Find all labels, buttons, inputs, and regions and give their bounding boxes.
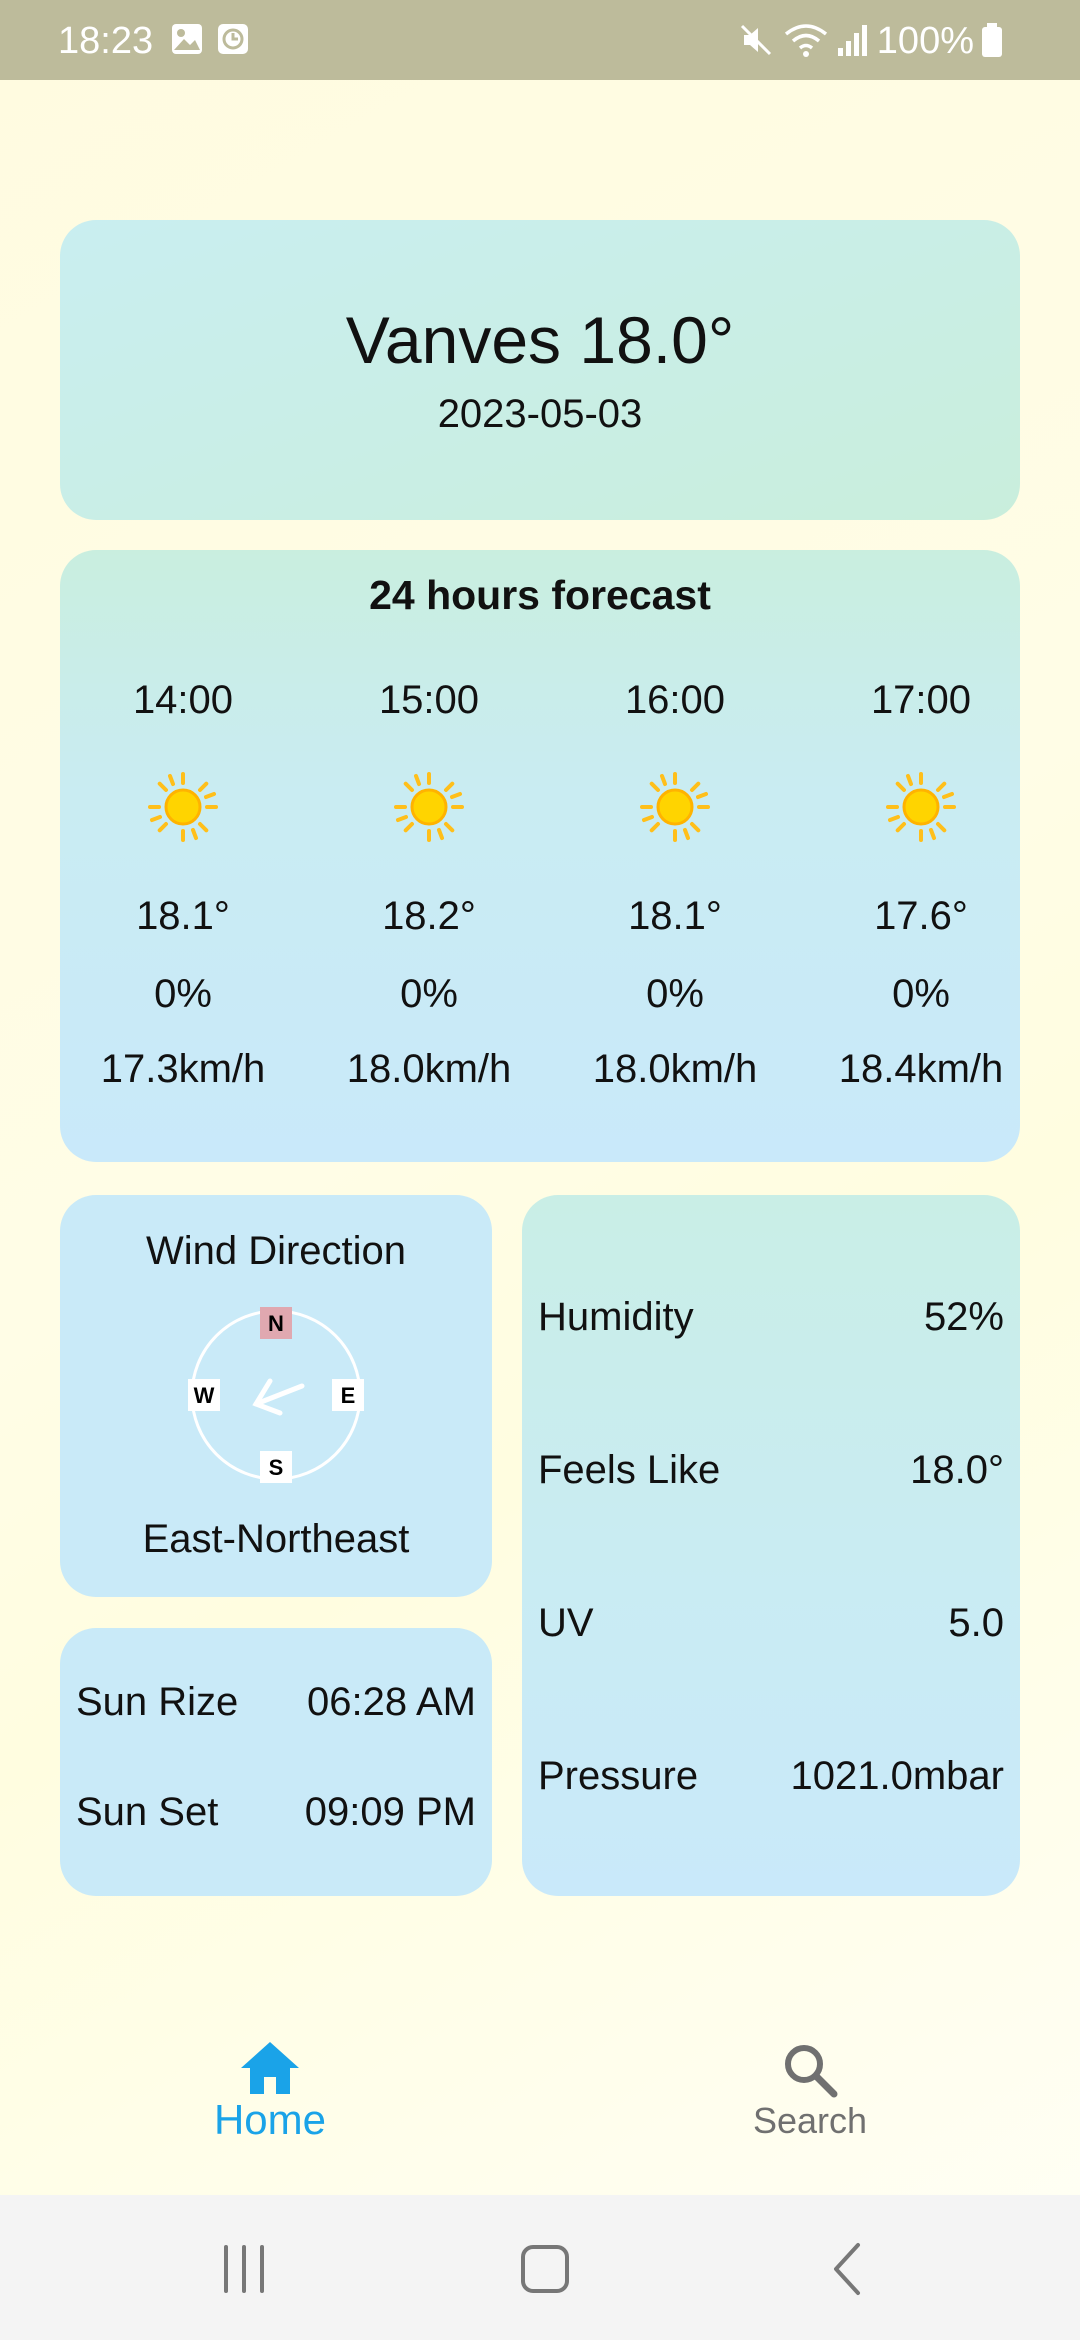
nav-search[interactable]: Search — [660, 2040, 960, 2142]
current-weather-card: Vanves 18.0° 2023-05-03 — [60, 220, 1020, 520]
forecast-temperature: 18.2° — [382, 894, 476, 938]
forecast-time: 15:00 — [378, 678, 480, 722]
forecast-wind-speed: 18.0km/h — [346, 1047, 512, 1091]
back-icon[interactable] — [818, 2239, 878, 2299]
nav-search-label: Search — [752, 2100, 868, 2141]
forecast-time: 17:00 — [870, 678, 972, 722]
compass-north: N — [268, 1311, 284, 1336]
humidity-value: 52% — [923, 1295, 1004, 1339]
sunset-value: 09:09 PM — [304, 1790, 476, 1834]
search-icon — [785, 2045, 838, 2098]
compass-east: E — [341, 1383, 356, 1408]
uv-value: 5.0 — [948, 1601, 1004, 1645]
forecast-rain-chance: 0% — [154, 972, 212, 1016]
forecast-card: 24 hours forecast 14:00 18.1° 0% 17.3km/… — [60, 550, 1020, 1162]
sun-icon — [148, 772, 218, 842]
compass-icon: N E S W — [188, 1307, 364, 1483]
home-button-icon[interactable] — [515, 2239, 575, 2299]
pressure-label: Pressure — [538, 1754, 699, 1798]
battery-percent: 100% — [876, 20, 974, 62]
forecast-wind-speed: 18.4km/h — [838, 1047, 1004, 1091]
wind-arrow-icon — [252, 1378, 305, 1416]
humidity-label: Humidity — [538, 1295, 694, 1339]
pressure-value: 1021.0mbar — [790, 1754, 1004, 1798]
forecast-title: 24 hours forecast — [369, 572, 711, 618]
nav-home[interactable]: Home — [120, 2040, 420, 2144]
mute-icon — [738, 22, 774, 68]
signal-icon — [836, 22, 870, 68]
gallery-icon — [170, 22, 204, 66]
humidity-row: Humidity 52% — [538, 1295, 1004, 1345]
uv-label: UV — [538, 1601, 594, 1645]
forecast-rain-chance: 0% — [892, 972, 950, 1016]
forecast-time: 14:00 — [132, 678, 234, 722]
weather-stats-card: Humidity 52% Feels Like 18.0° UV 5.0 Pre… — [522, 1195, 1020, 1896]
feels-like-row: Feels Like 18.0° — [538, 1448, 1004, 1498]
feels-like-value: 18.0° — [910, 1448, 1004, 1492]
nav-home-label: Home — [213, 2096, 327, 2143]
current-date: 2023-05-03 — [437, 392, 643, 436]
uv-row: UV 5.0 — [538, 1601, 1004, 1651]
compass-west: W — [194, 1383, 215, 1408]
forecast-time: 16:00 — [624, 678, 726, 722]
system-navigation-bar — [0, 2195, 1080, 2340]
forecast-temperature: 18.1° — [628, 894, 722, 938]
home-icon — [241, 2042, 299, 2094]
bottom-navigation: Home Search — [0, 2000, 1080, 2195]
forecast-rain-chance: 0% — [400, 972, 458, 1016]
feels-like-label: Feels Like — [538, 1448, 721, 1492]
sunrise-label: Sun Rize — [76, 1680, 239, 1724]
compass-south: S — [269, 1455, 284, 1480]
sunset-label: Sun Set — [76, 1790, 219, 1834]
forecast-wind-speed: 18.0km/h — [592, 1047, 758, 1091]
sun-icon — [886, 772, 956, 842]
forecast-temperature: 17.6° — [874, 894, 968, 938]
clock-icon — [216, 22, 250, 66]
forecast-rain-chance: 0% — [646, 972, 704, 1016]
forecast-wind-speed: 17.3km/h — [100, 1047, 266, 1091]
sun-times-card: Sun Rize 06:28 AM Sun Set 09:09 PM — [60, 1628, 492, 1896]
pressure-row: Pressure 1021.0mbar — [538, 1754, 1004, 1804]
sunrise-value: 06:28 AM — [306, 1680, 476, 1724]
sun-icon — [394, 772, 464, 842]
wind-direction-title: Wind Direction — [145, 1229, 407, 1273]
recent-apps-icon[interactable] — [214, 2239, 274, 2299]
battery-icon — [980, 22, 1004, 68]
sunrise-row: Sun Rize 06:28 AM — [76, 1680, 476, 1730]
wind-direction-value: East-Northeast — [142, 1517, 410, 1561]
wind-direction-card: Wind Direction N E S W East-Northeast — [60, 1195, 492, 1597]
location-temperature: Vanves 18.0° — [345, 303, 735, 377]
sunset-row: Sun Set 09:09 PM — [76, 1790, 476, 1840]
forecast-temperature: 18.1° — [136, 894, 230, 938]
status-time: 18:23 — [58, 20, 154, 62]
sun-icon — [640, 772, 710, 842]
wifi-icon — [784, 22, 828, 68]
status-bar: 18:23 100% — [0, 0, 1080, 80]
